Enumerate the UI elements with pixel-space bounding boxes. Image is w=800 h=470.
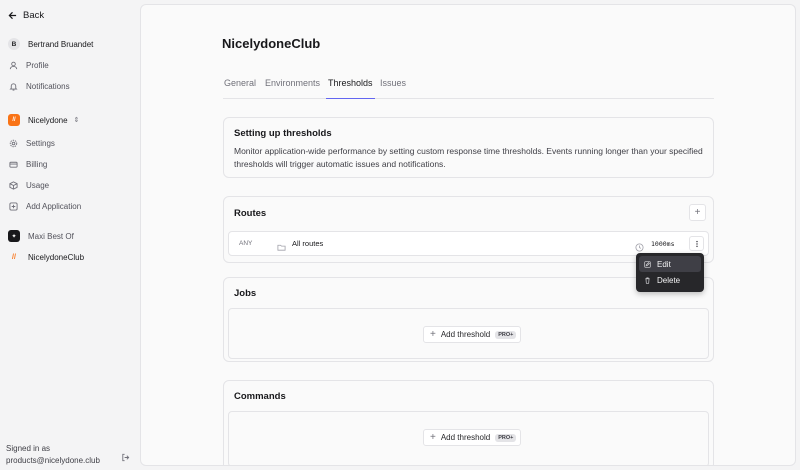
logout-button[interactable] xyxy=(121,449,131,462)
intro-text: Monitor application-wide performance by … xyxy=(234,146,703,169)
card-icon xyxy=(8,159,18,169)
sidebar-item-settings[interactable]: Settings xyxy=(8,136,55,150)
sidebar-item-usage[interactable]: Usage xyxy=(8,178,49,192)
clock-icon xyxy=(635,239,645,252)
plus-icon: + xyxy=(430,329,436,340)
signed-in-info: Signed in as products@nicelydone.club xyxy=(6,443,100,467)
commands-card: Commands + Add threshold PRO+ xyxy=(223,380,714,465)
back-button[interactable]: Back xyxy=(8,8,44,22)
routes-title: Routes xyxy=(234,208,267,219)
bell-icon xyxy=(8,81,18,91)
route-context-menu: Edit Delete xyxy=(636,253,704,292)
menu-item-label: Edit xyxy=(657,259,671,269)
table-row[interactable]: ANY All routes 1000ms xyxy=(228,231,709,256)
sidebar-item-label: Notifications xyxy=(26,81,70,91)
more-options-button[interactable] xyxy=(689,236,704,251)
nicelydoneclub-logo-icon: // xyxy=(12,253,16,261)
tab-bar: General Environments Thresholds Issues xyxy=(223,77,714,99)
maxi-best-of-logo-icon: ✦ xyxy=(8,230,20,242)
tab-issues[interactable]: Issues xyxy=(380,77,406,99)
sidebar-item-label: Usage xyxy=(26,180,50,190)
sidebar: Back B Bertrand Bruandet Profile Notific… xyxy=(0,0,140,470)
package-icon xyxy=(8,180,18,190)
jobs-title: Jobs xyxy=(234,288,257,299)
intro-title: Setting up thresholds xyxy=(234,128,332,139)
menu-item-delete[interactable]: Delete xyxy=(639,272,701,288)
org-name: Nicelydone xyxy=(28,115,68,125)
back-label: Back xyxy=(23,9,45,21)
user-menu[interactable]: B Bertrand Bruandet xyxy=(8,37,93,51)
menu-item-edit[interactable]: Edit xyxy=(639,256,701,272)
sidebar-app-maxi-best-of[interactable]: ✦ Maxi Best Of xyxy=(8,229,74,243)
sidebar-item-billing[interactable]: Billing xyxy=(8,157,47,171)
jobs-empty-state: + Add threshold PRO+ xyxy=(228,308,709,359)
gear-icon xyxy=(8,138,18,148)
org-switcher[interactable]: // Nicelydone ⇕ xyxy=(8,113,79,127)
more-vertical-icon xyxy=(695,240,698,247)
signed-in-label: Signed in as xyxy=(6,444,51,453)
add-threshold-label: Add threshold xyxy=(440,330,491,339)
trash-icon xyxy=(645,277,650,284)
commands-title: Commands xyxy=(234,391,286,402)
add-threshold-label: Add threshold xyxy=(440,433,491,442)
tab-environments[interactable]: Environments xyxy=(265,77,320,99)
add-command-threshold-button[interactable]: + Add threshold PRO+ xyxy=(423,429,522,446)
nicelydone-logo-icon: // xyxy=(8,114,20,126)
commands-empty-state: + Add threshold PRO+ xyxy=(228,411,709,465)
logout-icon xyxy=(122,453,130,462)
app-name: Maxi Best Of xyxy=(28,231,74,241)
user-name: Bertrand Bruandet xyxy=(28,39,94,49)
sidebar-item-profile[interactable]: Profile xyxy=(8,58,49,72)
chevron-up-down-icon: ⇕ xyxy=(73,117,80,124)
main-panel: NicelydoneClub General Environments Thre… xyxy=(140,4,796,466)
pro-badge: PRO+ xyxy=(495,330,517,339)
plus-icon: + xyxy=(430,432,436,443)
tab-general[interactable]: General xyxy=(224,77,256,99)
sidebar-item-label: Profile xyxy=(26,60,49,70)
menu-item-label: Delete xyxy=(657,275,681,285)
route-threshold-value: 1000ms xyxy=(651,240,675,248)
sidebar-item-label: Billing xyxy=(26,159,48,169)
sidebar-app-nicelydoneclub[interactable]: // NicelydoneClub xyxy=(8,250,84,264)
sidebar-item-add-application[interactable]: Add Application xyxy=(8,199,81,213)
edit-icon xyxy=(644,260,651,268)
route-method: ANY xyxy=(239,240,253,247)
signed-in-email: products@nicelydone.club xyxy=(6,456,100,465)
tab-thresholds[interactable]: Thresholds xyxy=(326,77,375,99)
avatar: B xyxy=(8,38,20,50)
page-title: NicelydoneClub xyxy=(222,36,321,51)
intro-card: Setting up thresholds Monitor applicatio… xyxy=(223,117,714,178)
sidebar-item-label: Settings xyxy=(26,138,55,148)
add-route-button[interactable]: + xyxy=(689,204,706,221)
add-job-threshold-button[interactable]: + Add threshold PRO+ xyxy=(423,326,522,343)
route-name: All routes xyxy=(292,239,324,248)
sidebar-item-label: Add Application xyxy=(26,201,82,211)
sidebar-item-notifications[interactable]: Notifications xyxy=(8,79,70,93)
arrow-left-icon xyxy=(8,11,17,19)
app-name: NicelydoneClub xyxy=(28,252,85,262)
pro-badge: PRO+ xyxy=(495,433,517,442)
folder-icon xyxy=(277,239,287,251)
plus-icon xyxy=(8,201,18,211)
plus-icon: + xyxy=(694,207,701,218)
user-icon xyxy=(8,60,18,70)
